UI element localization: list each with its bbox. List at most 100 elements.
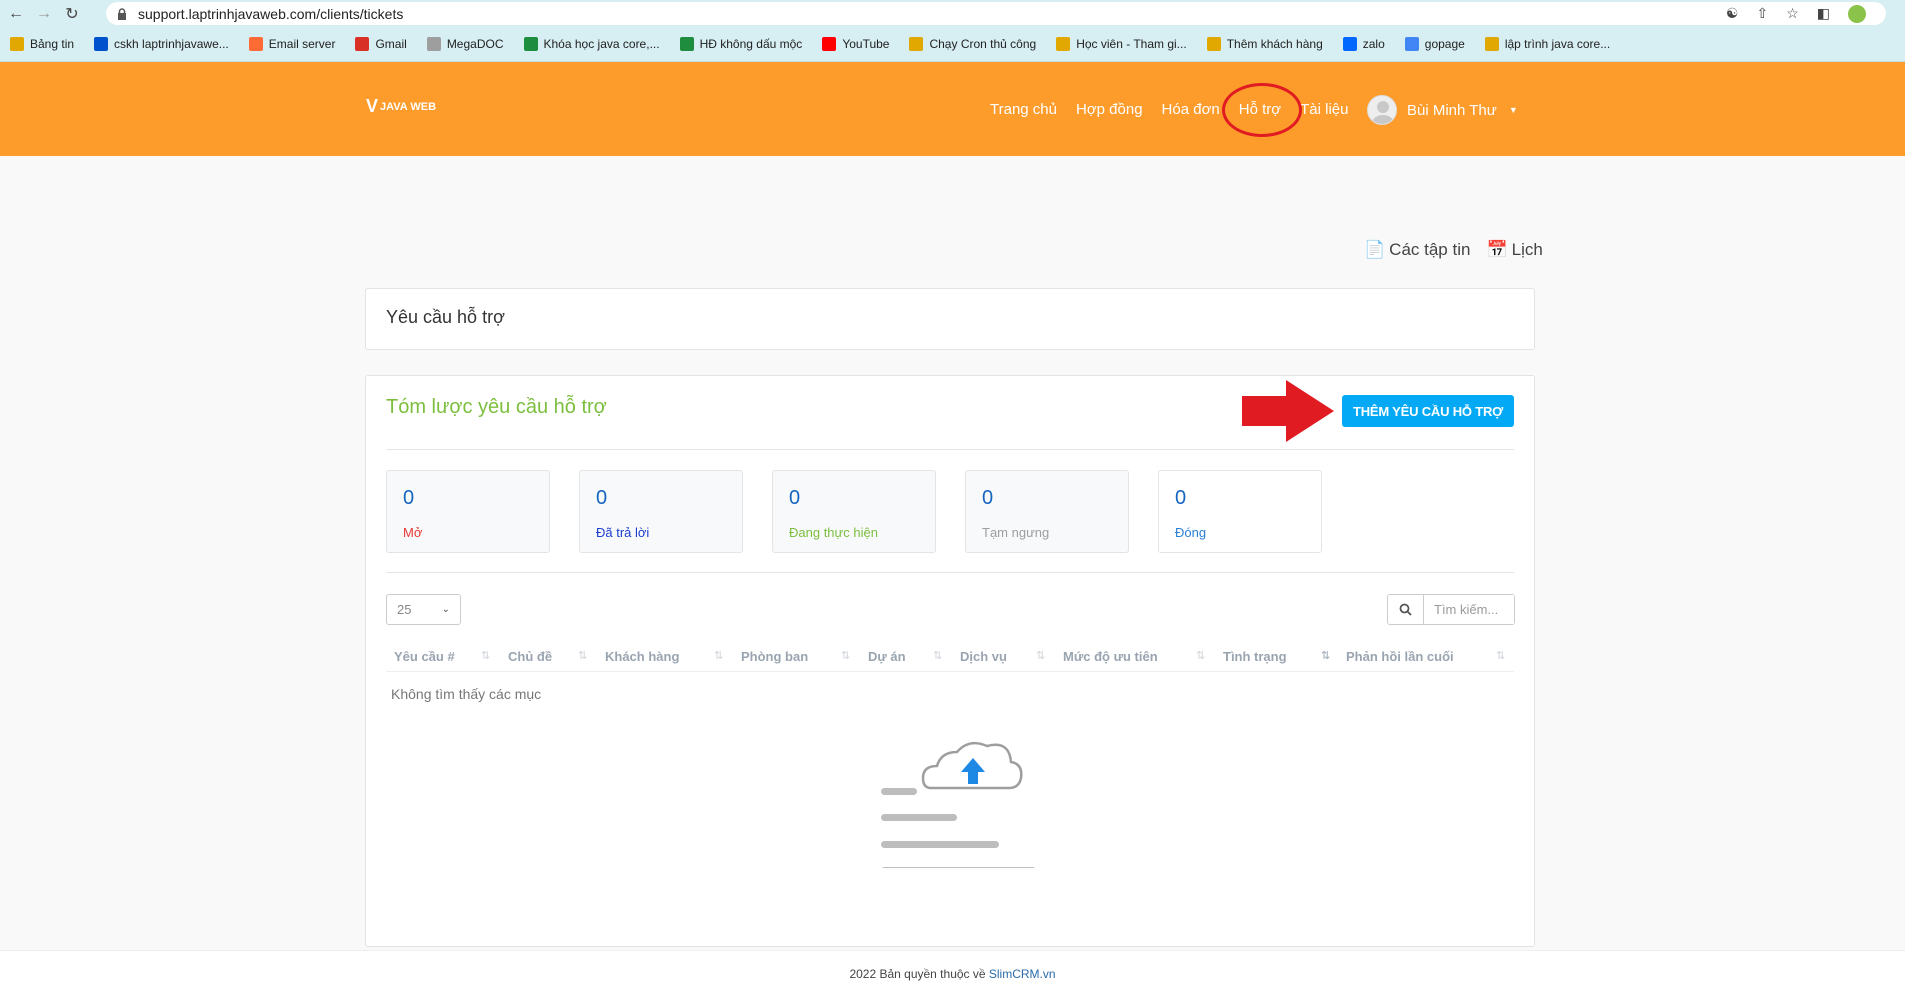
main-menu: Trang chủ Hợp đồng Hóa đơn Hỗ trợ Tài li…	[990, 62, 1367, 156]
sort-icon[interactable]: ⇅	[1036, 649, 1045, 662]
file-icon: 📄	[1364, 240, 1386, 259]
bookmark-item[interactable]: Khóa học java core,...	[523, 37, 660, 51]
files-link-label: Các tập tin	[1389, 240, 1471, 259]
site-header: V JAVA WEB Trang chủ Hợp đồng Hóa đơn Hỗ…	[0, 62, 1905, 156]
sort-icon[interactable]: ⇅	[481, 649, 490, 662]
bookmark-item[interactable]: YouTube	[822, 37, 889, 51]
bookmark-item[interactable]: Học viên - Tham gi...	[1056, 37, 1187, 51]
stat-label: Tạm ngưng	[982, 525, 1050, 540]
site-logo[interactable]: V JAVA WEB	[366, 96, 436, 117]
bookmark-label: gopage	[1424, 37, 1465, 51]
column-status[interactable]: Tình trạng	[1223, 649, 1287, 664]
star-icon[interactable]: ☆	[1786, 5, 1799, 22]
page-size-select[interactable]: 25 ⌄	[386, 594, 461, 625]
sort-icon[interactable]: ⇅	[714, 649, 723, 662]
bookmark-label: zalo	[1362, 37, 1385, 51]
bookmark-label: lập trình java core...	[1504, 37, 1611, 51]
search-input[interactable]	[1424, 595, 1514, 624]
sort-icon[interactable]: ⇅	[841, 649, 850, 662]
bookmark-icon	[94, 37, 109, 51]
bookmark-icon	[1206, 37, 1221, 51]
bookmark-item[interactable]: cskh laptrinhjavawe...	[94, 37, 229, 51]
user-menu[interactable]: Bùi Minh Thư ▼	[1367, 95, 1518, 125]
bookmark-icon	[1056, 37, 1071, 51]
column-project[interactable]: Dự án	[868, 649, 906, 664]
stat-value: 0	[789, 487, 801, 509]
menu-item-contracts[interactable]: Hợp đồng	[1076, 101, 1143, 118]
reload-icon[interactable]: ↻	[60, 2, 84, 26]
top-links: 📄 Các tập tin 📅 Lịch	[1364, 240, 1543, 260]
chevron-down-icon: ⌄	[441, 604, 450, 615]
divider	[386, 572, 1514, 573]
menu-item-invoices[interactable]: Hóa đơn	[1162, 101, 1220, 118]
red-arrow-icon	[1242, 380, 1334, 442]
column-subject[interactable]: Chủ đề	[508, 649, 552, 664]
bookmark-icon	[679, 37, 694, 51]
page-title-panel: Yêu cầu hỗ trợ	[365, 288, 1535, 350]
lock-icon	[118, 7, 126, 20]
stat-in-progress[interactable]: 0 Đang thực hiện	[772, 470, 936, 553]
back-icon[interactable]: ←	[4, 2, 28, 26]
address-bar[interactable]: support.laptrinhjavaweb.com/clients/tick…	[106, 2, 1886, 25]
page-title: Yêu cầu hỗ trợ	[386, 307, 505, 327]
column-last-reply[interactable]: Phản hồi lần cuối	[1346, 649, 1454, 664]
bookmark-item[interactable]: MegaDOC	[426, 37, 504, 51]
column-ticket-id[interactable]: Yêu cầu #	[394, 649, 455, 664]
stat-label: Đã trả lời	[596, 525, 650, 540]
menu-item-home[interactable]: Trang chủ	[990, 101, 1057, 118]
bookmark-label: YouTube	[842, 37, 890, 51]
sort-icon[interactable]: ⇅	[933, 649, 942, 662]
bookmark-label: HĐ không dấu mộc	[699, 37, 803, 51]
bookmark-item[interactable]: HĐ không dấu mộc	[679, 37, 803, 51]
logo-text: JAVA WEB	[380, 100, 437, 113]
column-priority[interactable]: Mức độ ưu tiên	[1063, 649, 1158, 664]
bookmark-icon	[248, 37, 263, 51]
empty-message: Không tìm thấy các mục	[391, 686, 542, 702]
search-box	[1387, 594, 1515, 625]
profile-icon[interactable]	[1848, 4, 1866, 23]
stat-closed[interactable]: 0 Đóng	[1158, 470, 1322, 553]
sort-icon[interactable]: ⇅	[578, 649, 587, 662]
footer-text: 2022 Bản quyền thuộc về SlimCRM.vn	[0, 967, 1905, 981]
add-ticket-button[interactable]: THÊM YÊU CẦU HỖ TRỢ	[1342, 395, 1514, 427]
forward-icon[interactable]: →	[32, 2, 56, 26]
stat-answered[interactable]: 0 Đã trả lời	[579, 470, 743, 553]
bookmark-item[interactable]: gopage	[1404, 37, 1465, 51]
sort-icon[interactable]: ⇅	[1321, 649, 1330, 662]
column-department[interactable]: Phòng ban	[741, 649, 808, 664]
column-customer[interactable]: Khách hàng	[605, 649, 679, 664]
stat-open[interactable]: 0 Mở	[386, 470, 550, 553]
calendar-link[interactable]: 📅 Lịch	[1486, 240, 1542, 260]
sort-icon[interactable]: ⇅	[1496, 649, 1505, 662]
sidepanel-icon[interactable]: ◧	[1817, 5, 1830, 22]
bookmark-item[interactable]: Email server	[248, 37, 335, 51]
sort-icon[interactable]: ⇅	[1196, 649, 1205, 662]
menu-item-documents[interactable]: Tài liệu	[1300, 101, 1348, 118]
translate-icon[interactable]: ☯	[1726, 5, 1739, 22]
stat-on-hold[interactable]: 0 Tạm ngưng	[965, 470, 1129, 553]
bookmark-icon	[426, 37, 441, 51]
files-link[interactable]: 📄 Các tập tin	[1364, 240, 1470, 260]
stat-label: Mở	[403, 525, 423, 540]
footer-link[interactable]: SlimCRM.vn	[989, 967, 1056, 981]
bookmark-label: cskh laptrinhjavawe...	[114, 37, 229, 51]
footer: 2022 Bản quyền thuộc về SlimCRM.vn	[0, 950, 1905, 993]
highlight-circle	[1222, 83, 1302, 137]
share-icon[interactable]: ⇧	[1756, 5, 1768, 22]
bookmark-item[interactable]: Chạy Cron thủ công	[909, 37, 1036, 51]
page-size-value: 25	[397, 602, 412, 617]
empty-cloud-icon	[881, 741, 1035, 868]
search-button[interactable]	[1388, 595, 1424, 624]
column-service[interactable]: Dịch vụ	[960, 649, 1007, 664]
bookmark-item[interactable]: lập trình java core...	[1484, 37, 1611, 51]
bookmark-item[interactable]: Gmail	[355, 37, 407, 51]
bookmark-icon	[1404, 37, 1419, 51]
browser-toolbar: ← → ↻ support.laptrinhjavaweb.com/client…	[0, 0, 1905, 27]
bookmark-icon	[1342, 37, 1357, 51]
bookmark-label: MegaDOC	[446, 37, 504, 51]
bookmark-label: Học viên - Tham gi...	[1076, 37, 1187, 51]
stat-label: Đóng	[1175, 525, 1207, 540]
bookmark-item[interactable]: zalo	[1342, 37, 1385, 51]
bookmark-item[interactable]: Bảng tin	[10, 37, 74, 51]
bookmark-item[interactable]: Thêm khách hàng	[1206, 37, 1323, 51]
